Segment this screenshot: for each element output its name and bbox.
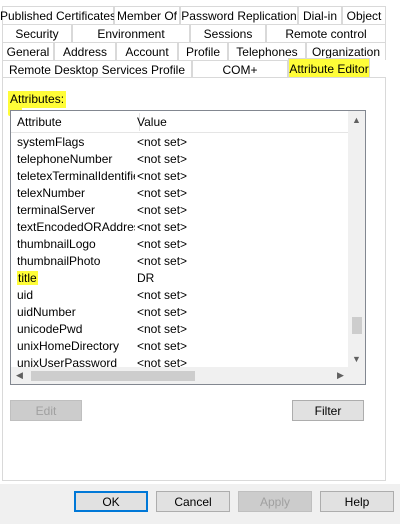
attribute-value: <not set>	[137, 237, 188, 251]
table-row[interactable]: teletexTerminalIdentifier <not set>	[11, 168, 349, 185]
edit-button[interactable]: Edit	[10, 400, 82, 421]
scrollbar-corner	[348, 367, 365, 384]
tab-remote-desktop-services-profile[interactable]: Remote Desktop Services Profile	[2, 60, 192, 78]
attribute-name: telexNumber	[17, 186, 86, 200]
scroll-up-icon[interactable]: ▲	[348, 111, 365, 128]
attribute-value: <not set>	[137, 288, 188, 302]
column-header-attribute[interactable]: Attribute	[11, 111, 139, 133]
scroll-down-icon[interactable]: ▼	[348, 350, 365, 367]
attribute-name: telephoneNumber	[17, 152, 113, 166]
help-button[interactable]: Help	[320, 491, 394, 512]
attribute-value: <not set>	[137, 186, 188, 200]
list-rows: systemFlags <not set> telephoneNumber <not…	[11, 134, 349, 372]
attribute-name: unixHomeDirectory	[17, 339, 120, 353]
attribute-name: unicodePwd	[17, 322, 83, 336]
attribute-name: thumbnailLogo	[17, 237, 96, 251]
attribute-value: <not set>	[137, 254, 188, 268]
attributes-list[interactable]: Attribute Value systemFlags <not set> tel…	[10, 110, 366, 385]
table-row[interactable]: textEncodedORAddress <not set>	[11, 219, 349, 236]
tab-row-2: Security Environment Sessions Remote con…	[0, 24, 386, 42]
attribute-value: <not set>	[137, 203, 188, 217]
attribute-value: <not set>	[137, 322, 188, 336]
attribute-name: teletexTerminalIdentifier	[17, 169, 135, 183]
tab-account[interactable]: Account	[116, 42, 178, 60]
table-row[interactable]: uidNumber <not set>	[11, 304, 349, 321]
horizontal-scroll-thumb[interactable]	[31, 371, 195, 381]
table-row[interactable]: unixHomeDirectory <not set>	[11, 338, 349, 355]
table-row[interactable]: unicodePwd <not set>	[11, 321, 349, 338]
table-row[interactable]: uid <not set>	[11, 287, 349, 304]
tab-dial-in[interactable]: Dial-in	[298, 6, 342, 24]
attribute-value: <not set>	[137, 339, 188, 353]
tab-row-4: Remote Desktop Services Profile COM+ Att…	[0, 58, 386, 78]
table-row[interactable]: telexNumber <not set>	[11, 185, 349, 202]
tab-sessions[interactable]: Sessions	[190, 24, 266, 42]
table-row-title[interactable]: title DR	[11, 270, 349, 287]
tab-security[interactable]: Security	[2, 24, 72, 42]
attribute-name: textEncodedORAddress	[17, 220, 135, 234]
table-row[interactable]: telephoneNumber <not set>	[11, 151, 349, 168]
tab-attribute-editor[interactable]: Attribute Editor	[288, 58, 370, 78]
attribute-name: title	[17, 270, 135, 287]
attribute-name-highlighted: title	[17, 271, 38, 285]
filter-button[interactable]: Filter	[292, 400, 364, 421]
list-header: Attribute Value	[11, 111, 349, 133]
tab-environment[interactable]: Environment	[72, 24, 190, 42]
attribute-value: <not set>	[137, 169, 188, 183]
tab-member-of[interactable]: Member Of	[114, 6, 180, 24]
tab-profile[interactable]: Profile	[178, 42, 228, 60]
scroll-left-icon[interactable]: ◀	[11, 367, 28, 384]
apply-button[interactable]: Apply	[238, 491, 312, 512]
attribute-name: terminalServer	[17, 203, 96, 217]
attribute-name: uidNumber	[17, 305, 76, 319]
attribute-value: <not set>	[137, 152, 188, 166]
tab-password-replication[interactable]: Password Replication	[180, 6, 298, 24]
attribute-name: uid	[17, 288, 34, 302]
column-header-value[interactable]: Value	[131, 111, 341, 133]
vertical-scrollbar[interactable]: ▲ ▼	[348, 111, 365, 367]
tab-row-1: Published Certificates Member Of Passwor…	[0, 6, 386, 24]
table-row[interactable]: thumbnailLogo <not set>	[11, 236, 349, 253]
attributes-label: Attributes:	[8, 91, 67, 108]
horizontal-scrollbar[interactable]: ◀ ▶	[11, 367, 349, 384]
table-row[interactable]: terminalServer <not set>	[11, 202, 349, 219]
attribute-value: DR	[137, 271, 155, 285]
attribute-name: systemFlags	[17, 135, 85, 149]
tab-general[interactable]: General	[2, 42, 54, 60]
tab-attribute-editor-label: Attribute Editor	[289, 61, 369, 76]
table-row[interactable]: thumbnailPhoto <not set>	[11, 253, 349, 270]
attribute-value: <not set>	[137, 305, 188, 319]
table-row[interactable]: systemFlags <not set>	[11, 134, 349, 151]
attribute-value: <not set>	[137, 220, 188, 234]
tab-address[interactable]: Address	[54, 42, 116, 60]
tab-object[interactable]: Object	[342, 6, 386, 24]
tab-published-certificates[interactable]: Published Certificates	[0, 6, 116, 24]
attribute-name: thumbnailPhoto	[17, 254, 101, 268]
tab-com-plus[interactable]: COM+	[192, 60, 288, 78]
cancel-button[interactable]: Cancel	[156, 491, 230, 512]
attribute-value: <not set>	[137, 135, 188, 149]
vertical-scroll-thumb[interactable]	[352, 317, 362, 334]
tab-remote-control[interactable]: Remote control	[266, 24, 386, 42]
scroll-right-icon[interactable]: ▶	[332, 367, 349, 384]
ok-button[interactable]: OK	[74, 491, 148, 512]
